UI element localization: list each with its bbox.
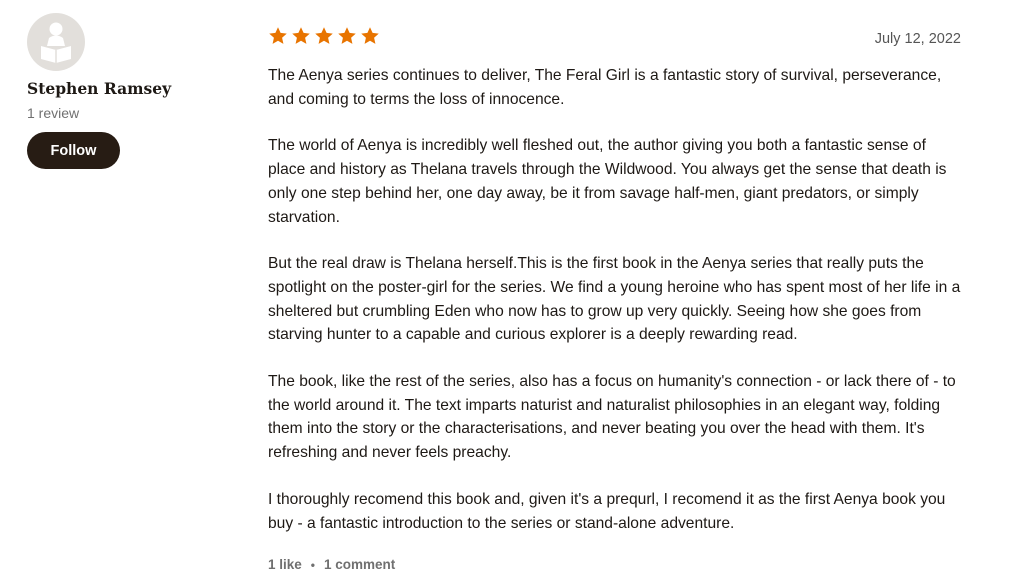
follow-button[interactable]: Follow [27, 132, 120, 169]
star-icon [361, 27, 379, 44]
review-paragraph: But the real draw is Thelana herself.Thi… [268, 255, 961, 344]
reader-silhouette-icon [41, 22, 71, 63]
review-paragraph: I thoroughly recomend this book and, giv… [268, 490, 946, 532]
star-icon [338, 27, 356, 44]
star-rating [268, 26, 380, 46]
reviewer-panel: Stephen Ramsey 1 review Follow [27, 13, 227, 169]
star-icon [269, 27, 287, 44]
review-paragraph: The Aenya series continues to deliver, T… [268, 67, 942, 108]
comments-link[interactable]: 1 comment [324, 557, 395, 572]
review-date[interactable]: July 12, 2022 [875, 31, 961, 47]
avatar[interactable] [27, 13, 85, 71]
likes-link[interactable]: 1 like [268, 557, 302, 572]
review-footer: 1 like • 1 comment [268, 557, 395, 572]
review-header: July 12, 2022 [268, 26, 963, 50]
reviewer-name[interactable]: Stephen Ramsey [27, 79, 227, 98]
review-text: The Aenya series continues to deliver, T… [268, 64, 963, 535]
review-paragraph: The world of Aenya is incredibly well fl… [268, 137, 947, 226]
star-icon [292, 27, 310, 44]
review-card: July 12, 2022 The Aenya series continues… [268, 26, 963, 558]
review-paragraph: The book, like the rest of the series, a… [268, 373, 956, 462]
separator-dot: • [310, 557, 315, 572]
star-icon [315, 27, 333, 44]
review-count: 1 review [27, 105, 80, 121]
